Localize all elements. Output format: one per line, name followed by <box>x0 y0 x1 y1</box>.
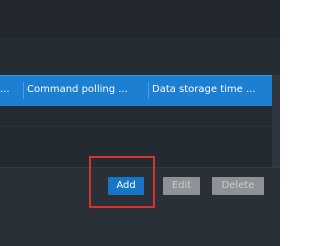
app-window: ... Command polling ... Data storage tim… <box>0 0 280 246</box>
column-divider[interactable] <box>148 82 149 99</box>
add-button[interactable]: Add <box>108 177 144 195</box>
scrollbar-track[interactable] <box>272 75 280 167</box>
column-header-command-polling[interactable]: Command polling ... <box>27 83 147 97</box>
delete-button[interactable]: Delete <box>212 177 264 195</box>
column-header-data-storage-time[interactable]: Data storage time ... <box>152 83 270 97</box>
column-header-truncated[interactable]: ... <box>0 83 22 97</box>
table-row[interactable] <box>0 106 272 127</box>
table-body <box>0 127 272 167</box>
edit-button[interactable]: Edit <box>163 177 200 195</box>
table-header: ... Command polling ... Data storage tim… <box>0 75 272 107</box>
content-panel <box>0 37 280 75</box>
top-panel <box>0 0 280 38</box>
column-divider[interactable] <box>23 82 24 99</box>
